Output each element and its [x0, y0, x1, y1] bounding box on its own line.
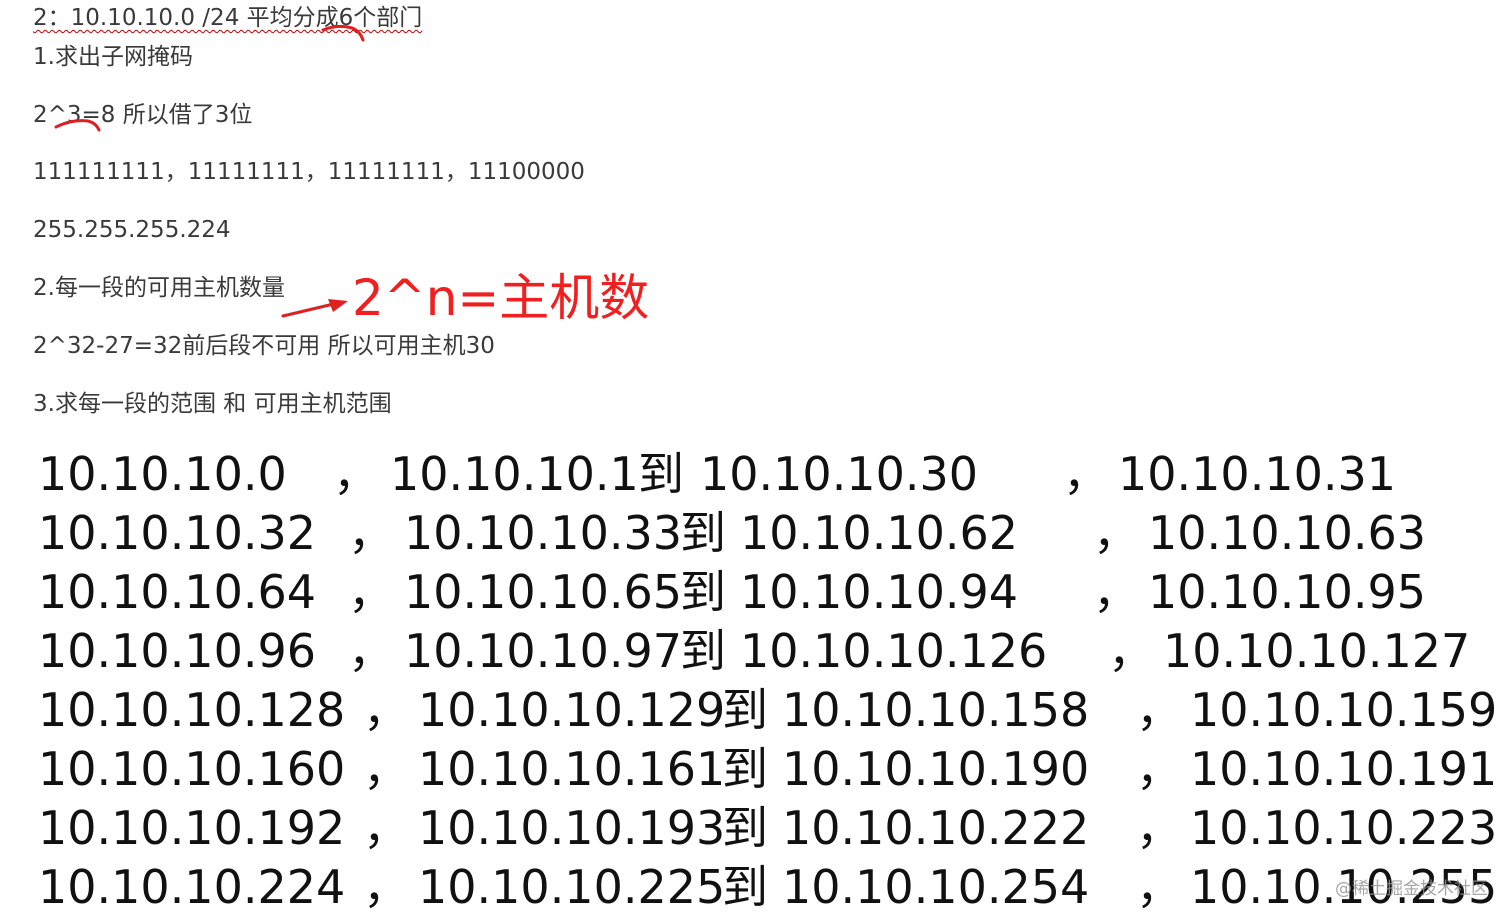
subnet-last-cell: 10.10.10.190 — [782, 742, 1090, 796]
subnet-last-cell: 10.10.10.30 — [700, 447, 978, 501]
subnet-broadcast-cell: 10.10.10.191 — [1190, 742, 1498, 796]
subnet-last-cell: 10.10.10.222 — [782, 801, 1090, 855]
subnet-table: 10.10.10.0， 10.10.10.1 到 10.10.10.30， 10.10.… — [38, 445, 1498, 923]
title-text: 2：10.10.10.0 /24 平均分成6个部门 — [33, 5, 423, 31]
watermark: @稀土掘金技术社区 — [1335, 879, 1488, 899]
subnet-sep2-cell: ， — [1108, 624, 1154, 678]
subnet-to-cell: 到 — [680, 565, 726, 619]
handwritten-annotation: 2^n=主机数 — [352, 269, 650, 327]
subnet-row: 10.10.10.96， 10.10.10.97 到 10.10.10.126， 10.… — [38, 622, 1498, 681]
subnet-to-cell: 到 — [680, 624, 726, 678]
subnet-to-cell: 到 — [722, 742, 768, 796]
subnet-broadcast-cell: 10.10.10.31 — [1118, 447, 1396, 501]
subnet-sep2-cell: ， — [1063, 447, 1109, 501]
subnet-sep-cell: ， — [363, 801, 409, 855]
subnet-to-cell: 到 — [722, 801, 768, 855]
subnet-network-cell: 10.10.10.224 — [38, 860, 346, 914]
subnet-last-cell: 10.10.10.62 — [740, 506, 1018, 560]
subnet-first-cell: 10.10.10.193 — [418, 801, 726, 855]
subnet-last-cell: 10.10.10.94 — [740, 565, 1018, 619]
subnet-row: 10.10.10.32， 10.10.10.33 到 10.10.10.62， 10.1… — [38, 504, 1498, 563]
doc-line-title: 2：10.10.10.0 /24 平均分成6个部门 — [33, 3, 422, 33]
subnet-broadcast-cell: 10.10.10.159 — [1190, 683, 1498, 737]
arrow-line — [281, 300, 344, 318]
subnet-sep-cell: ， — [363, 742, 409, 796]
subnet-first-cell: 10.10.10.65 — [404, 565, 682, 619]
subnet-to-cell: 到 — [722, 860, 768, 914]
subnet-first-cell: 10.10.10.33 — [404, 506, 682, 560]
subnet-to-cell: 到 — [680, 506, 726, 560]
doc-line-borrow: 2^3=8 所以借了3位 — [33, 102, 253, 128]
subnet-network-cell: 10.10.10.128 — [38, 683, 346, 737]
doc-line-host-count: 2^32-27=32前后段不可用 所以可用主机30 — [33, 333, 495, 359]
subnet-sep-cell: ， — [333, 447, 379, 501]
subnet-network-cell: 10.10.10.32 — [38, 506, 316, 560]
subnet-sep2-cell: ， — [1093, 565, 1139, 619]
subnet-broadcast-cell: 10.10.10.223 — [1190, 801, 1498, 855]
doc-line-step1: 1.求出子网掩码 — [33, 44, 193, 70]
subnet-first-cell: 10.10.10.1 — [390, 447, 639, 501]
subnet-sep-cell: ， — [348, 565, 394, 619]
subnet-broadcast-cell: 10.10.10.127 — [1163, 624, 1471, 678]
subnet-row: 10.10.10.160， 10.10.10.161 到 10.10.10.190， 1… — [38, 740, 1498, 799]
subnet-row: 10.10.10.64， 10.10.10.65 到 10.10.10.94， 10.1… — [38, 563, 1498, 622]
subnet-network-cell: 10.10.10.192 — [38, 801, 346, 855]
subnet-network-cell: 10.10.10.64 — [38, 565, 316, 619]
subnet-first-cell: 10.10.10.97 — [404, 624, 682, 678]
subnet-row: 10.10.10.128， 10.10.10.129 到 10.10.10.158， 1… — [38, 681, 1498, 740]
subnet-row: 10.10.10.192， 10.10.10.193 到 10.10.10.222， 1… — [38, 799, 1498, 858]
subnet-row: 10.10.10.0， 10.10.10.1 到 10.10.10.30， 10.10.… — [38, 445, 1498, 504]
subnet-sep2-cell: ， — [1136, 683, 1182, 737]
subnet-row: 10.10.10.224， 10.10.10.225 到 10.10.10.254， 1… — [38, 858, 1498, 917]
subnet-sep2-cell: ， — [1136, 860, 1182, 914]
subnet-to-cell: 到 — [638, 447, 684, 501]
subnet-to-cell: 到 — [722, 683, 768, 737]
subnet-sep-cell: ， — [363, 860, 409, 914]
subnet-sep2-cell: ， — [1093, 506, 1139, 560]
arrow-head-icon — [328, 299, 348, 312]
doc-line-binary-mask: 111111111，11111111，11111111，11100000 — [33, 159, 585, 185]
subnet-sep2-cell: ， — [1136, 801, 1182, 855]
subnet-first-cell: 10.10.10.161 — [418, 742, 726, 796]
subnet-sep-cell: ， — [363, 683, 409, 737]
subnet-broadcast-cell: 10.10.10.63 — [1148, 506, 1426, 560]
doc-line-decimal-mask: 255.255.255.224 — [33, 217, 231, 243]
subnet-broadcast-cell: 10.10.10.95 — [1148, 565, 1426, 619]
subnet-network-cell: 10.10.10.0 — [38, 447, 287, 501]
doc-line-step2: 2.每一段的可用主机数量 — [33, 275, 285, 301]
doc-line-step3: 3.求每一段的范围 和 可用主机范围 — [33, 391, 392, 417]
subnet-sep-cell: ， — [348, 624, 394, 678]
subnet-sep2-cell: ， — [1136, 742, 1182, 796]
subnet-sep-cell: ， — [348, 506, 394, 560]
subnet-last-cell: 10.10.10.254 — [782, 860, 1090, 914]
subnet-network-cell: 10.10.10.96 — [38, 624, 316, 678]
subnet-first-cell: 10.10.10.129 — [418, 683, 726, 737]
subnet-last-cell: 10.10.10.158 — [782, 683, 1090, 737]
subnet-network-cell: 10.10.10.160 — [38, 742, 346, 796]
subnet-last-cell: 10.10.10.126 — [740, 624, 1048, 678]
subnet-first-cell: 10.10.10.225 — [418, 860, 726, 914]
